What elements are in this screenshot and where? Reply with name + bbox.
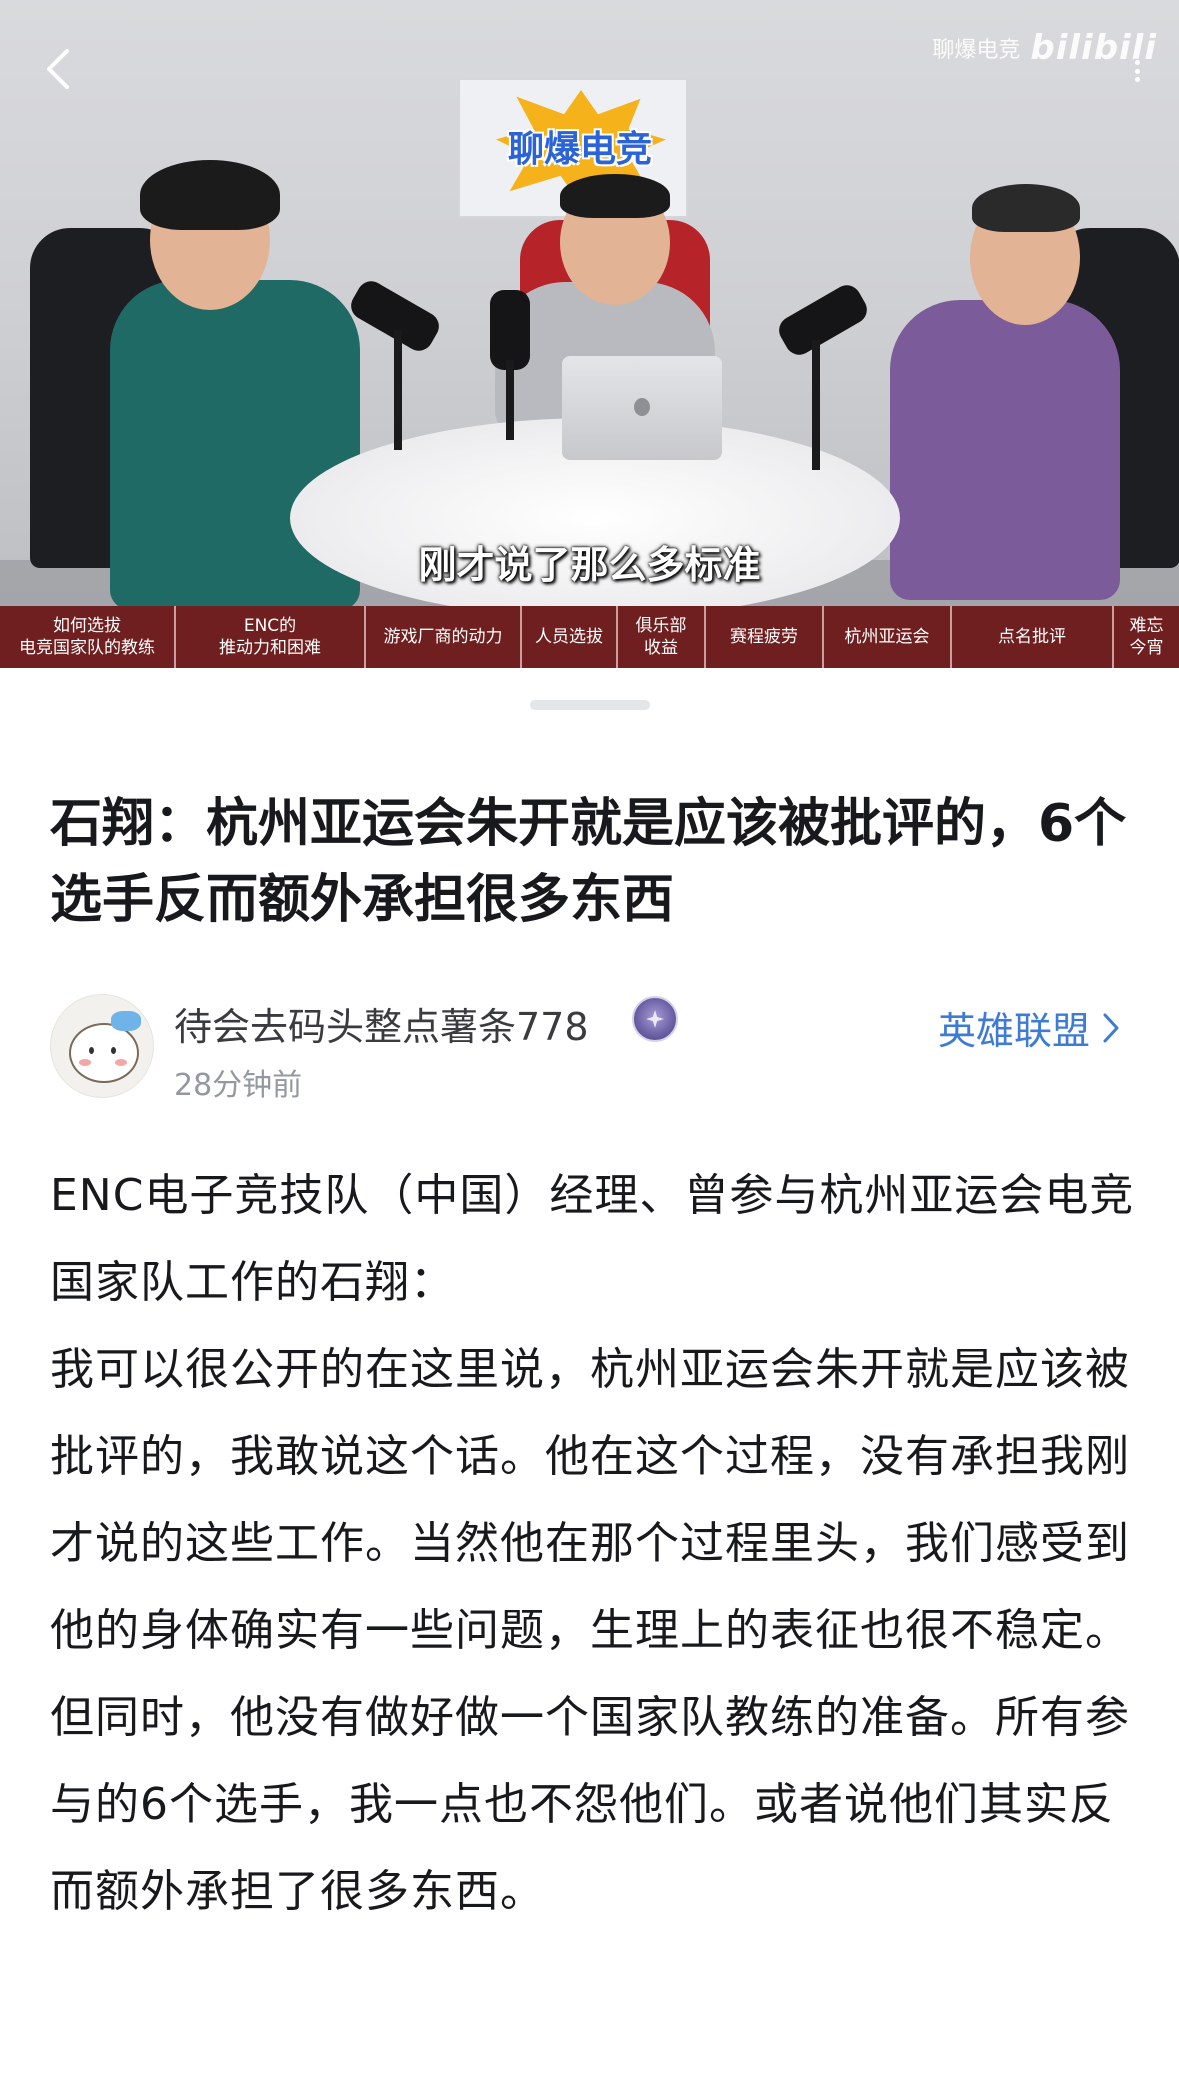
avatar-eye [89,1047,94,1054]
mic-stand-center [506,360,514,440]
right-guest-hair [972,184,1080,232]
laptop-logo [634,398,650,416]
chapter-item[interactable]: 杭州亚运会 [824,606,952,668]
author-row: 待会去码头整点薯条778 28分钟前 英雄联盟 [50,986,1130,1106]
post-body: ENC电子竞技队（中国）经理、曾参与杭州亚运会电竞国家队工作的石翔： 我可以很公… [50,1170,1135,1917]
post-time: 28分钟前 [174,1068,303,1103]
video-player[interactable]: 聊爆电竞 聊爆电竞 bilibili 刚才说了那么多标准 如何选拔 电竞国家队的… [0,0,1179,668]
microphone-center [490,290,530,370]
chapter-item[interactable]: 点名批评 [952,606,1114,668]
laptop [562,356,722,460]
chapter-item[interactable]: 如何选拔 电竞国家队的教练 [0,606,176,668]
left-host-hair [140,160,280,230]
video-top-controls: 聊爆电竞 bilibili [0,0,1179,130]
avatar-blush [79,1059,91,1066]
avatar-blush [115,1059,127,1066]
topic-label: 英雄联盟 [937,1009,1090,1053]
post-sheet: 石翔：杭州亚运会朱开就是应该被批评的，6个选手反而额外承担很多东西 待会去码头整… [0,668,1179,2099]
chapter-item[interactable]: 俱乐部 收益 [618,606,706,668]
avatar[interactable] [50,994,154,1098]
video-watermark: 聊爆电竞 bilibili [932,28,1157,68]
mic-stand-right [812,340,820,470]
author-name[interactable]: 待会去码头整点薯条778 [174,996,589,1051]
microphone-right [774,280,872,360]
chapter-item[interactable]: 赛程疲劳 [706,606,824,668]
sheet-drag-handle[interactable] [530,700,650,710]
chapter-item[interactable]: 人员选拔 [522,606,618,668]
video-subtitle: 刚才说了那么多标准 [418,543,761,587]
topic-link[interactable]: 英雄联盟 [938,1000,1124,1055]
mic-stand-left [394,330,402,450]
post-title: 石翔：杭州亚运会朱开就是应该被批评的，6个选手反而额外承担很多东西 [50,794,1127,930]
more-vertical-icon[interactable] [1135,60,1143,82]
avatar-eye [111,1047,116,1054]
center-host-hair [560,174,670,218]
chapter-bar: 如何选拔 电竞国家队的教练 ENC的 推动力和困难 游戏厂商的动力 人员选拔 俱… [0,606,1179,668]
chevron-right-icon [1098,1010,1124,1046]
chapter-item[interactable]: 游戏厂商的动力 [366,606,522,668]
badge-icon [632,996,678,1042]
chapter-item[interactable]: 难忘 今宵 [1114,606,1179,668]
avatar-face [69,1023,139,1083]
chapter-item[interactable]: ENC的 推动力和困难 [176,606,366,668]
avatar-bow [111,1011,141,1031]
back-arrow-icon[interactable] [38,44,78,94]
watermark-channel: 聊爆电竞 [932,38,1021,63]
